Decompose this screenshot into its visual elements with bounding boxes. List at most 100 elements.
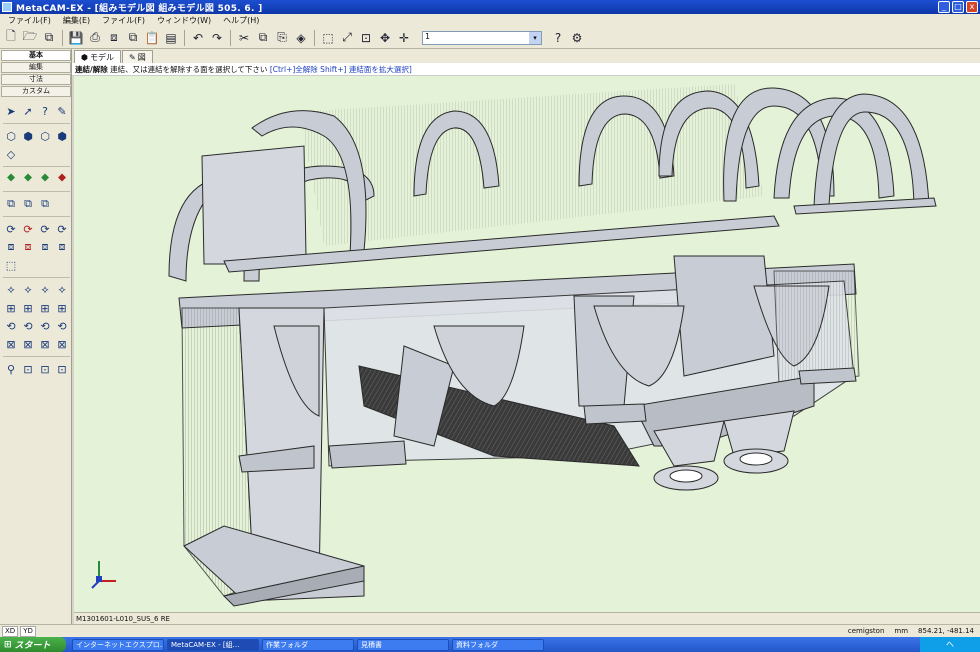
- pick-icon[interactable]: ✎: [54, 103, 70, 119]
- zoom-window-icon[interactable]: ⬚: [319, 29, 337, 47]
- print-icon[interactable]: ⎙: [86, 29, 104, 47]
- plane-icon[interactable]: ◇: [3, 146, 19, 162]
- assembly-drawing[interactable]: [74, 76, 980, 612]
- extrude-both-icon[interactable]: ⯁: [20, 171, 36, 187]
- start-label: スタート: [14, 641, 51, 651]
- paste-icon[interactable]: 📋: [143, 29, 161, 47]
- report-icon[interactable]: ⊠: [37, 336, 53, 352]
- move-part-icon[interactable]: ⟲: [20, 318, 36, 334]
- select-arrow-icon[interactable]: ➤: [3, 103, 19, 119]
- layer-combo[interactable]: 1 ▾: [422, 30, 542, 45]
- shell-icon[interactable]: ⬢: [54, 128, 70, 144]
- magnifier-icon[interactable]: ⚲: [3, 361, 19, 377]
- flange-icon[interactable]: ⟳: [37, 221, 53, 237]
- slot-icon[interactable]: ⟡: [20, 282, 36, 298]
- tool-divider: [3, 166, 70, 167]
- document-icon[interactable]: ▤: [162, 29, 180, 47]
- menu-file2[interactable]: ファイル(F): [96, 15, 151, 26]
- mirror-icon[interactable]: ⧉: [20, 196, 36, 212]
- tab-basic[interactable]: 基本: [1, 50, 71, 61]
- rotate-icon[interactable]: ✛: [395, 29, 413, 47]
- menu-window[interactable]: ウィンドウ(W): [151, 15, 217, 26]
- query-icon[interactable]: ?: [37, 103, 53, 119]
- undo-icon[interactable]: ↶: [189, 29, 207, 47]
- split-icon[interactable]: ⧈: [20, 239, 36, 255]
- export-icon[interactable]: ⊠: [54, 336, 70, 352]
- pan-icon[interactable]: ✥: [376, 29, 394, 47]
- weld-icon[interactable]: ⊞: [3, 300, 19, 316]
- close-button[interactable]: x: [966, 1, 978, 13]
- corner-icon[interactable]: ⬚: [3, 257, 19, 273]
- redo-icon[interactable]: ↷: [208, 29, 226, 47]
- render-icon[interactable]: ⊡: [54, 361, 70, 377]
- y-field[interactable]: YD: [20, 625, 36, 637]
- minimize-button[interactable]: _: [938, 1, 950, 13]
- cylinder-icon[interactable]: ⬢: [20, 128, 36, 144]
- rotate-part-icon[interactable]: ⟲: [3, 318, 19, 334]
- tab-dimension[interactable]: 寸法: [1, 74, 71, 85]
- copy2-icon[interactable]: ⧉: [254, 29, 272, 47]
- view-icon[interactable]: ⊡: [20, 361, 36, 377]
- title-bar: MetaCAM-EX - [組みモデル図 組みモデル図 505. 6. ] _ …: [0, 0, 980, 14]
- washer-icon[interactable]: ⊞: [54, 300, 70, 316]
- select-face-icon[interactable]: ➚: [20, 103, 36, 119]
- status-mm: mm: [894, 627, 909, 635]
- array-icon[interactable]: ⧉: [37, 196, 53, 212]
- box-icon[interactable]: ⬡: [3, 128, 19, 144]
- open-icon[interactable]: 🗁: [21, 29, 39, 47]
- tab-model[interactable]: ⬢ モデル: [74, 50, 121, 63]
- copy-part-icon[interactable]: ⧉: [3, 196, 19, 212]
- toolbar-divider: [184, 29, 185, 46]
- joint-icon[interactable]: ⧈: [3, 239, 19, 255]
- zoom-icon[interactable]: ⤢: [338, 29, 356, 47]
- task-item[interactable]: インターネットエクスプロ…: [72, 638, 164, 651]
- snap-icon[interactable]: ⟲: [54, 318, 70, 334]
- merge-icon[interactable]: ⧈: [37, 239, 53, 255]
- align-icon[interactable]: ⟲: [37, 318, 53, 334]
- extrude-cut-icon[interactable]: ⯁: [37, 171, 53, 187]
- flatten-icon[interactable]: ⊠: [20, 336, 36, 352]
- unfold-icon[interactable]: ⊠: [3, 336, 19, 352]
- save-icon[interactable]: 💾: [67, 29, 85, 47]
- bolt-icon[interactable]: ⊞: [20, 300, 36, 316]
- layer-icon[interactable]: ◈: [292, 29, 310, 47]
- task-item[interactable]: 資料フォルダ: [452, 638, 544, 651]
- menu-file[interactable]: ファイル(F): [2, 15, 57, 26]
- hole-icon[interactable]: ⟡: [3, 282, 19, 298]
- system-tray[interactable]: ヘ: [920, 637, 980, 652]
- nut-icon[interactable]: ⊞: [37, 300, 53, 316]
- notch-icon[interactable]: ⟡: [37, 282, 53, 298]
- section-icon[interactable]: ⊡: [37, 361, 53, 377]
- delete-face-icon[interactable]: ⯁: [54, 171, 70, 187]
- properties-icon[interactable]: ⚙: [568, 29, 586, 47]
- print-preview-icon[interactable]: ⧈: [105, 29, 123, 47]
- rip-icon[interactable]: ⧈: [54, 239, 70, 255]
- menu-help[interactable]: ヘルプ(H): [217, 15, 265, 26]
- x-field[interactable]: XD: [2, 625, 19, 637]
- start-button[interactable]: ⊞ スタート: [0, 637, 66, 652]
- bend-icon[interactable]: ⟳: [3, 221, 19, 237]
- chevron-down-icon[interactable]: ▾: [529, 31, 541, 44]
- maximize-button[interactable]: □: [952, 1, 964, 13]
- extrude-icon[interactable]: ⯁: [3, 171, 19, 187]
- task-item[interactable]: 作業フォルダ: [262, 638, 354, 651]
- help-icon[interactable]: ?: [549, 29, 567, 47]
- unbend-icon[interactable]: ⟳: [20, 221, 36, 237]
- tab-custom[interactable]: カスタム: [1, 86, 71, 97]
- tab-edit[interactable]: 編集: [1, 62, 71, 73]
- new-icon[interactable]: 🗋: [2, 29, 20, 47]
- task-item[interactable]: MetaCAM-EX - [組…: [167, 638, 259, 651]
- menu-edit[interactable]: 編集(E): [57, 15, 96, 26]
- tab-drawing[interactable]: ✎ 図: [121, 50, 153, 63]
- cut-icon[interactable]: ✂: [235, 29, 253, 47]
- emboss-icon[interactable]: ⟡: [54, 282, 70, 298]
- fit-icon[interactable]: ⊡: [357, 29, 375, 47]
- model-viewport[interactable]: [74, 76, 980, 612]
- open2-icon[interactable]: ⧉: [40, 29, 58, 47]
- paste2-icon[interactable]: ⎘: [273, 29, 291, 47]
- task-item[interactable]: 見積書: [357, 638, 449, 651]
- hem-icon[interactable]: ⟳: [54, 221, 70, 237]
- tool-grid: ➤ ➚ ? ✎ ⬡ ⬢ ⬡ ⬢ ◇ ⯁ ⯁ ⯁ ⯁ ⧉ ⧉ ⧉ ⟳ ⟳ ⟳ ⟳ …: [0, 97, 71, 383]
- copy-icon[interactable]: ⧉: [124, 29, 142, 47]
- solid-icon[interactable]: ⬡: [37, 128, 53, 144]
